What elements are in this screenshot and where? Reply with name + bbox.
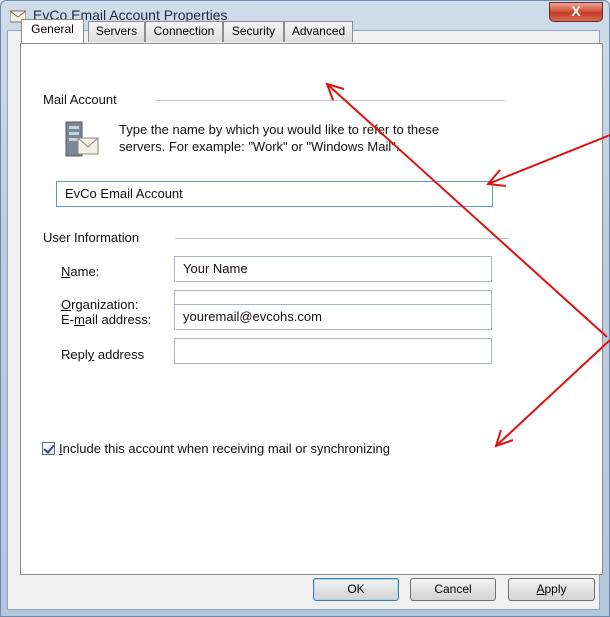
organization-label: Organization:: [61, 297, 139, 312]
mail-account-divider: [155, 100, 505, 101]
account-name-field[interactable]: EvCo Email Account: [56, 181, 493, 207]
tab-servers[interactable]: Servers: [88, 21, 145, 42]
include-account-label[interactable]: Include this account when receiving mail…: [59, 441, 390, 456]
reply-address-label: Reply address: [61, 347, 145, 362]
user-information-divider: [175, 238, 510, 239]
user-information-heading: User Information: [43, 230, 140, 245]
name-field[interactable]: Your Name: [174, 256, 492, 282]
tab-advanced[interactable]: Advanced: [284, 21, 353, 42]
cancel-button[interactable]: Cancel: [410, 578, 496, 601]
mail-account-description-line1: Type the name by which you would like to…: [119, 122, 440, 137]
tab-security[interactable]: Security: [223, 21, 284, 42]
include-account-checkbox[interactable]: [42, 442, 55, 455]
email-address-field[interactable]: youremail@evcohs.com: [174, 304, 492, 330]
mail-account-heading: Mail Account: [43, 92, 117, 107]
reply-address-field[interactable]: [174, 338, 492, 364]
email-address-label: E-mail address:: [61, 312, 152, 327]
tab-general[interactable]: General: [21, 19, 84, 43]
tab-connection[interactable]: Connection: [145, 21, 223, 42]
server-icon: [65, 121, 99, 157]
mail-account-description-line2: servers. For example: "Work" or "Windows…: [119, 139, 400, 154]
apply-button[interactable]: Apply: [508, 578, 595, 601]
name-label: Name:: [61, 264, 100, 279]
close-button[interactable]: X: [549, 2, 603, 22]
ok-button[interactable]: OK: [313, 578, 399, 601]
